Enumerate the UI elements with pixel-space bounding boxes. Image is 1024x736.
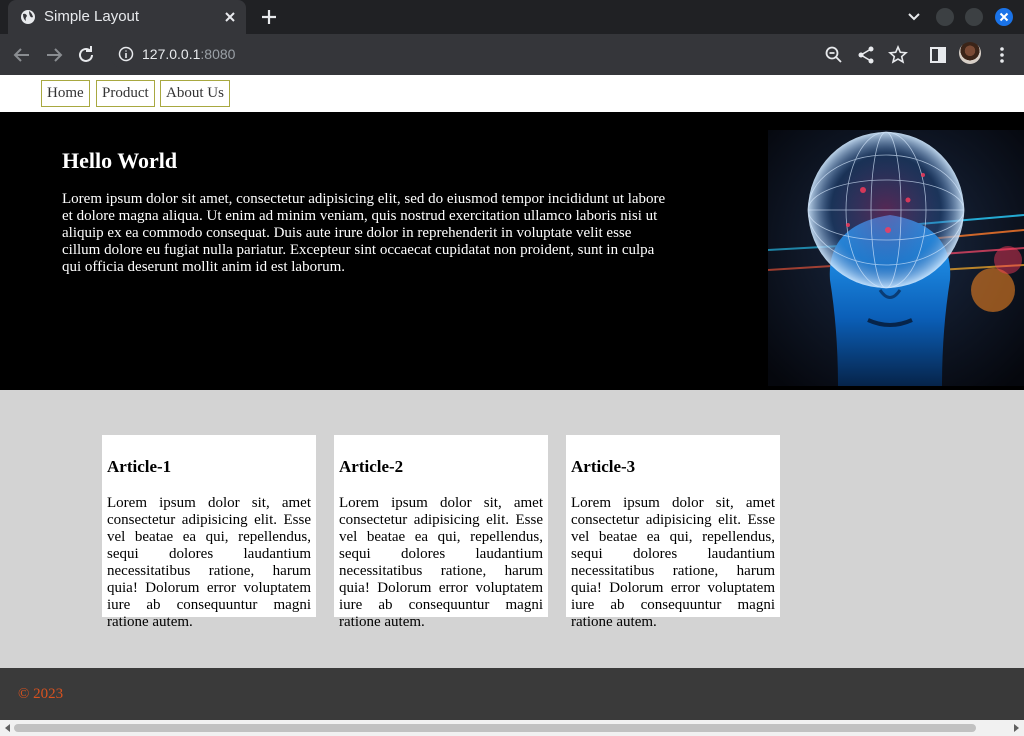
browser-toolbar: 127.0.0.1:8080 <box>0 34 1024 75</box>
reload-icon[interactable] <box>75 44 97 66</box>
article-card: Article-3 Lorem ipsum dolor sit, amet co… <box>566 435 780 630</box>
url-port: :8080 <box>200 46 236 62</box>
zoom-out-icon[interactable] <box>823 44 845 66</box>
back-arrow-icon[interactable] <box>11 44 33 66</box>
maximize-button[interactable] <box>965 8 983 26</box>
hero-title: Hello World <box>62 148 178 173</box>
chevron-down-icon[interactable] <box>904 7 924 27</box>
scrollbar-thumb[interactable] <box>14 724 976 732</box>
share-icon[interactable] <box>855 44 877 66</box>
avatar[interactable] <box>959 42 981 64</box>
close-icon <box>999 12 1009 22</box>
minimize-button[interactable] <box>936 8 954 26</box>
kebab-menu-icon[interactable] <box>991 44 1013 66</box>
article-card: Article-1 Lorem ipsum dolor sit, amet co… <box>102 435 316 630</box>
article-title: Article-2 <box>339 457 404 476</box>
hero-section: Hello World Lorem ipsum dolor sit amet, … <box>0 112 1024 390</box>
article-text: Lorem ipsum dolor sit, amet consectetur … <box>339 495 543 630</box>
address-bar[interactable]: 127.0.0.1:8080 <box>110 39 870 69</box>
scroll-right-icon[interactable] <box>1011 723 1021 733</box>
footer-copyright: © 2023 <box>18 686 64 702</box>
hero-text: Lorem ipsum dolor sit amet, consectetur … <box>62 191 666 275</box>
article-title: Article-1 <box>107 457 172 476</box>
nav-home-link[interactable]: Home <box>41 80 90 107</box>
url-text: 127.0.0.1:8080 <box>142 46 235 62</box>
info-icon[interactable] <box>118 46 134 62</box>
globe-icon <box>21 10 35 24</box>
tab-title: Simple Layout <box>44 8 140 25</box>
article-text: Lorem ipsum dolor sit, amet consectetur … <box>107 495 311 630</box>
article-title: Article-3 <box>571 457 636 476</box>
article-card: Article-2 Lorem ipsum dolor sit, amet co… <box>334 435 548 630</box>
scroll-left-icon[interactable] <box>3 723 13 733</box>
horizontal-scrollbar[interactable] <box>0 720 1024 736</box>
page-viewport: Home Product About Us Hello World Lorem … <box>0 75 1024 720</box>
tab-bar: Simple Layout <box>0 0 1024 34</box>
hero-image <box>768 130 1024 386</box>
forward-arrow-icon[interactable] <box>43 44 65 66</box>
nav-about-link[interactable]: About Us <box>160 80 230 107</box>
plus-icon[interactable] <box>258 6 280 28</box>
url-host: 127.0.0.1 <box>142 46 201 62</box>
star-icon[interactable] <box>887 44 909 66</box>
article-text: Lorem ipsum dolor sit, amet consectetur … <box>571 495 775 630</box>
top-nav: Home Product About Us <box>0 75 1024 112</box>
page-footer: © 2023 <box>0 668 1024 720</box>
window-close-button[interactable] <box>995 8 1013 26</box>
nav-product-link[interactable]: Product <box>96 80 155 107</box>
close-icon[interactable] <box>220 7 240 27</box>
side-panel-icon[interactable] <box>927 44 949 66</box>
browser-tab[interactable]: Simple Layout <box>8 0 246 34</box>
